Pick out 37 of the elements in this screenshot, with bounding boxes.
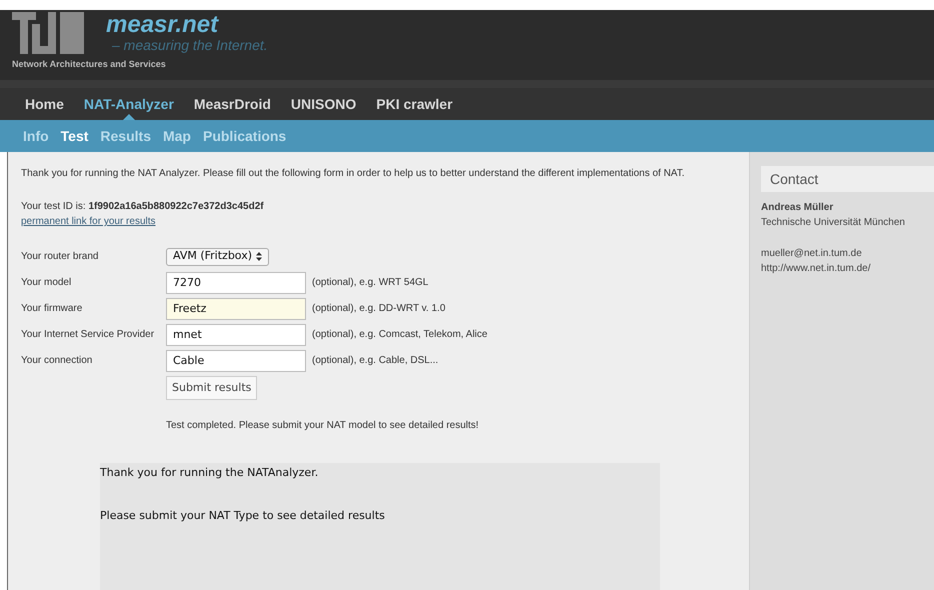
brand-select[interactable]: AVM (Fritzbox) <box>166 248 269 266</box>
field-label: Your Internet Service Provider <box>21 328 156 342</box>
result-text: Thank you for running the NATAnalyzer. <box>100 465 318 481</box>
intro-text: Thank you for running the NAT Analyzer. Please fill out the following form in order to help us to better understand the different implementations of NAT. <box>21 167 685 181</box>
permalink[interactable]: permanent link for your results <box>21 214 156 229</box>
field-label: Your firmware <box>21 302 84 316</box>
field-label: Your connection <box>21 354 94 368</box>
test-id: Your test ID is: 1f9902a16a5b880922c7e372d3c45d2f <box>21 200 264 214</box>
submit-button[interactable]: Submit results <box>166 376 258 400</box>
nav-link[interactable]: NAT-Analyzer <box>84 95 174 113</box>
contact-heading: Contact <box>761 166 934 192</box>
group-name: Network Architectures and Services <box>12 58 166 71</box>
text-field[interactable]: mnet <box>166 324 306 346</box>
contact-url: http://www.net.in.tum.de/ <box>761 262 870 276</box>
nav-link[interactable]: MeasrDroid <box>194 95 271 113</box>
site-name: measr.net <box>106 12 220 38</box>
field-hint: (optional), e.g. WRT 54GL <box>312 276 428 290</box>
logo-icon <box>12 12 84 54</box>
status-text: Test completed. Please submit your NAT model to see detailed results! <box>166 419 479 433</box>
contact-org: Technische Universität München <box>761 216 905 230</box>
field-hint: (optional), e.g. Cable, DSL... <box>312 354 438 368</box>
result-text: Please submit your NAT Type to see detailed results <box>100 508 385 524</box>
text-field[interactable]: 7270 <box>166 272 306 294</box>
text-field[interactable]: Cable <box>166 350 306 372</box>
select-value: AVM (Fritzbox) <box>173 248 252 264</box>
tagline: – measuring the Internet. <box>111 38 268 52</box>
field-hint: (optional), e.g. DD-WRT v. 1.0 <box>312 302 446 316</box>
nav-link[interactable]: PKI crawler <box>376 95 453 113</box>
field-label: Your model <box>21 276 72 290</box>
contact-email: mueller@net.in.tum.de <box>761 247 862 261</box>
updown-icon <box>256 252 262 261</box>
nav-link[interactable]: UNISONO <box>290 95 356 113</box>
field-label: Your router brand <box>21 250 100 264</box>
field-hint: (optional), e.g. Comcast, Telekom, Alice <box>312 328 488 342</box>
text-field[interactable]: Freetz <box>166 298 306 320</box>
nav-link[interactable]: Home <box>25 95 64 113</box>
contact-name: Andreas Müller <box>761 201 834 215</box>
